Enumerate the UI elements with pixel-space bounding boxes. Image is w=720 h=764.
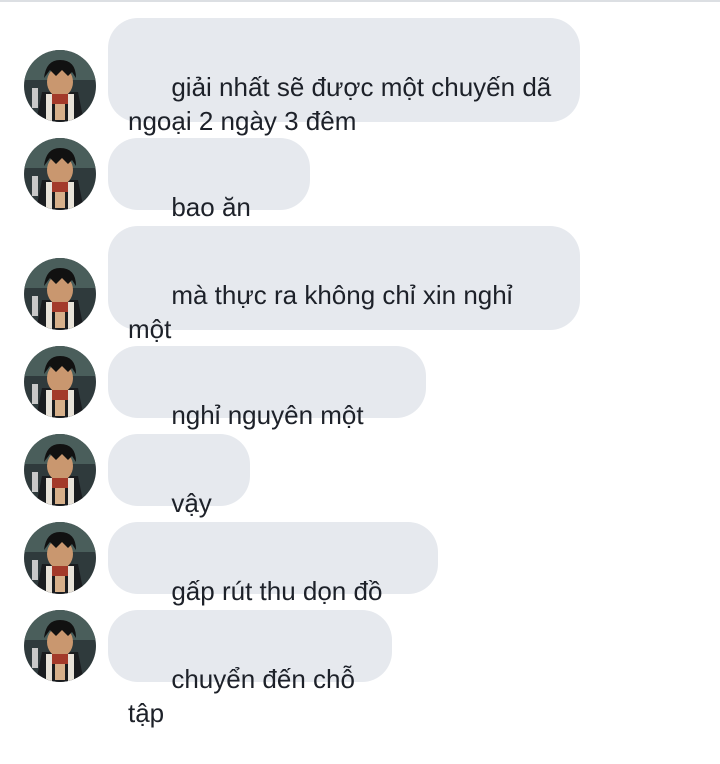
message-row: mà thực ra không chỉ xin nghỉ một ngày bbox=[0, 226, 720, 378]
message-bubble[interactable]: mà thực ra không chỉ xin nghỉ một ngày bbox=[108, 226, 580, 378]
avatar-image-icon bbox=[24, 434, 96, 506]
avatar[interactable] bbox=[24, 522, 96, 594]
message-bubble[interactable]: bao ăn bao ở bbox=[108, 138, 310, 256]
message-row: nghỉ nguyên một tuần bbox=[0, 346, 720, 464]
message-row: vậy nên bbox=[0, 434, 720, 552]
avatar[interactable] bbox=[24, 610, 96, 682]
avatar[interactable] bbox=[24, 434, 96, 506]
message-row: bao ăn bao ở bbox=[0, 138, 720, 256]
message-row: chuyển đến chỗ tập bbox=[0, 610, 720, 728]
message-row: gấp rút thu dọn đồ đạc bbox=[0, 522, 720, 640]
message-bubble[interactable]: chuyển đến chỗ tập bbox=[108, 610, 392, 728]
avatar-image-icon bbox=[24, 50, 96, 122]
avatar-image-icon bbox=[24, 258, 96, 330]
avatar[interactable] bbox=[24, 258, 96, 330]
message-row: giải nhất sẽ được một chuyến dã ngoại 2 … bbox=[0, 18, 720, 136]
avatar[interactable] bbox=[24, 50, 96, 122]
avatar-image-icon bbox=[24, 346, 96, 418]
message-text: giải nhất sẽ được một chuyến dã ngoại 2 … bbox=[128, 72, 552, 136]
message-bubble[interactable]: nghỉ nguyên một tuần bbox=[108, 346, 426, 464]
message-text: chuyển đến chỗ tập bbox=[128, 664, 363, 728]
message-bubble[interactable]: vậy nên bbox=[108, 434, 250, 552]
avatar[interactable] bbox=[24, 138, 96, 210]
avatar-image-icon bbox=[24, 522, 96, 594]
avatar-image-icon bbox=[24, 138, 96, 210]
top-divider bbox=[0, 0, 720, 2]
message-bubble[interactable]: giải nhất sẽ được một chuyến dã ngoại 2 … bbox=[108, 18, 580, 136]
avatar[interactable] bbox=[24, 346, 96, 418]
message-bubble[interactable]: gấp rút thu dọn đồ đạc bbox=[108, 522, 438, 640]
avatar-image-icon bbox=[24, 610, 96, 682]
